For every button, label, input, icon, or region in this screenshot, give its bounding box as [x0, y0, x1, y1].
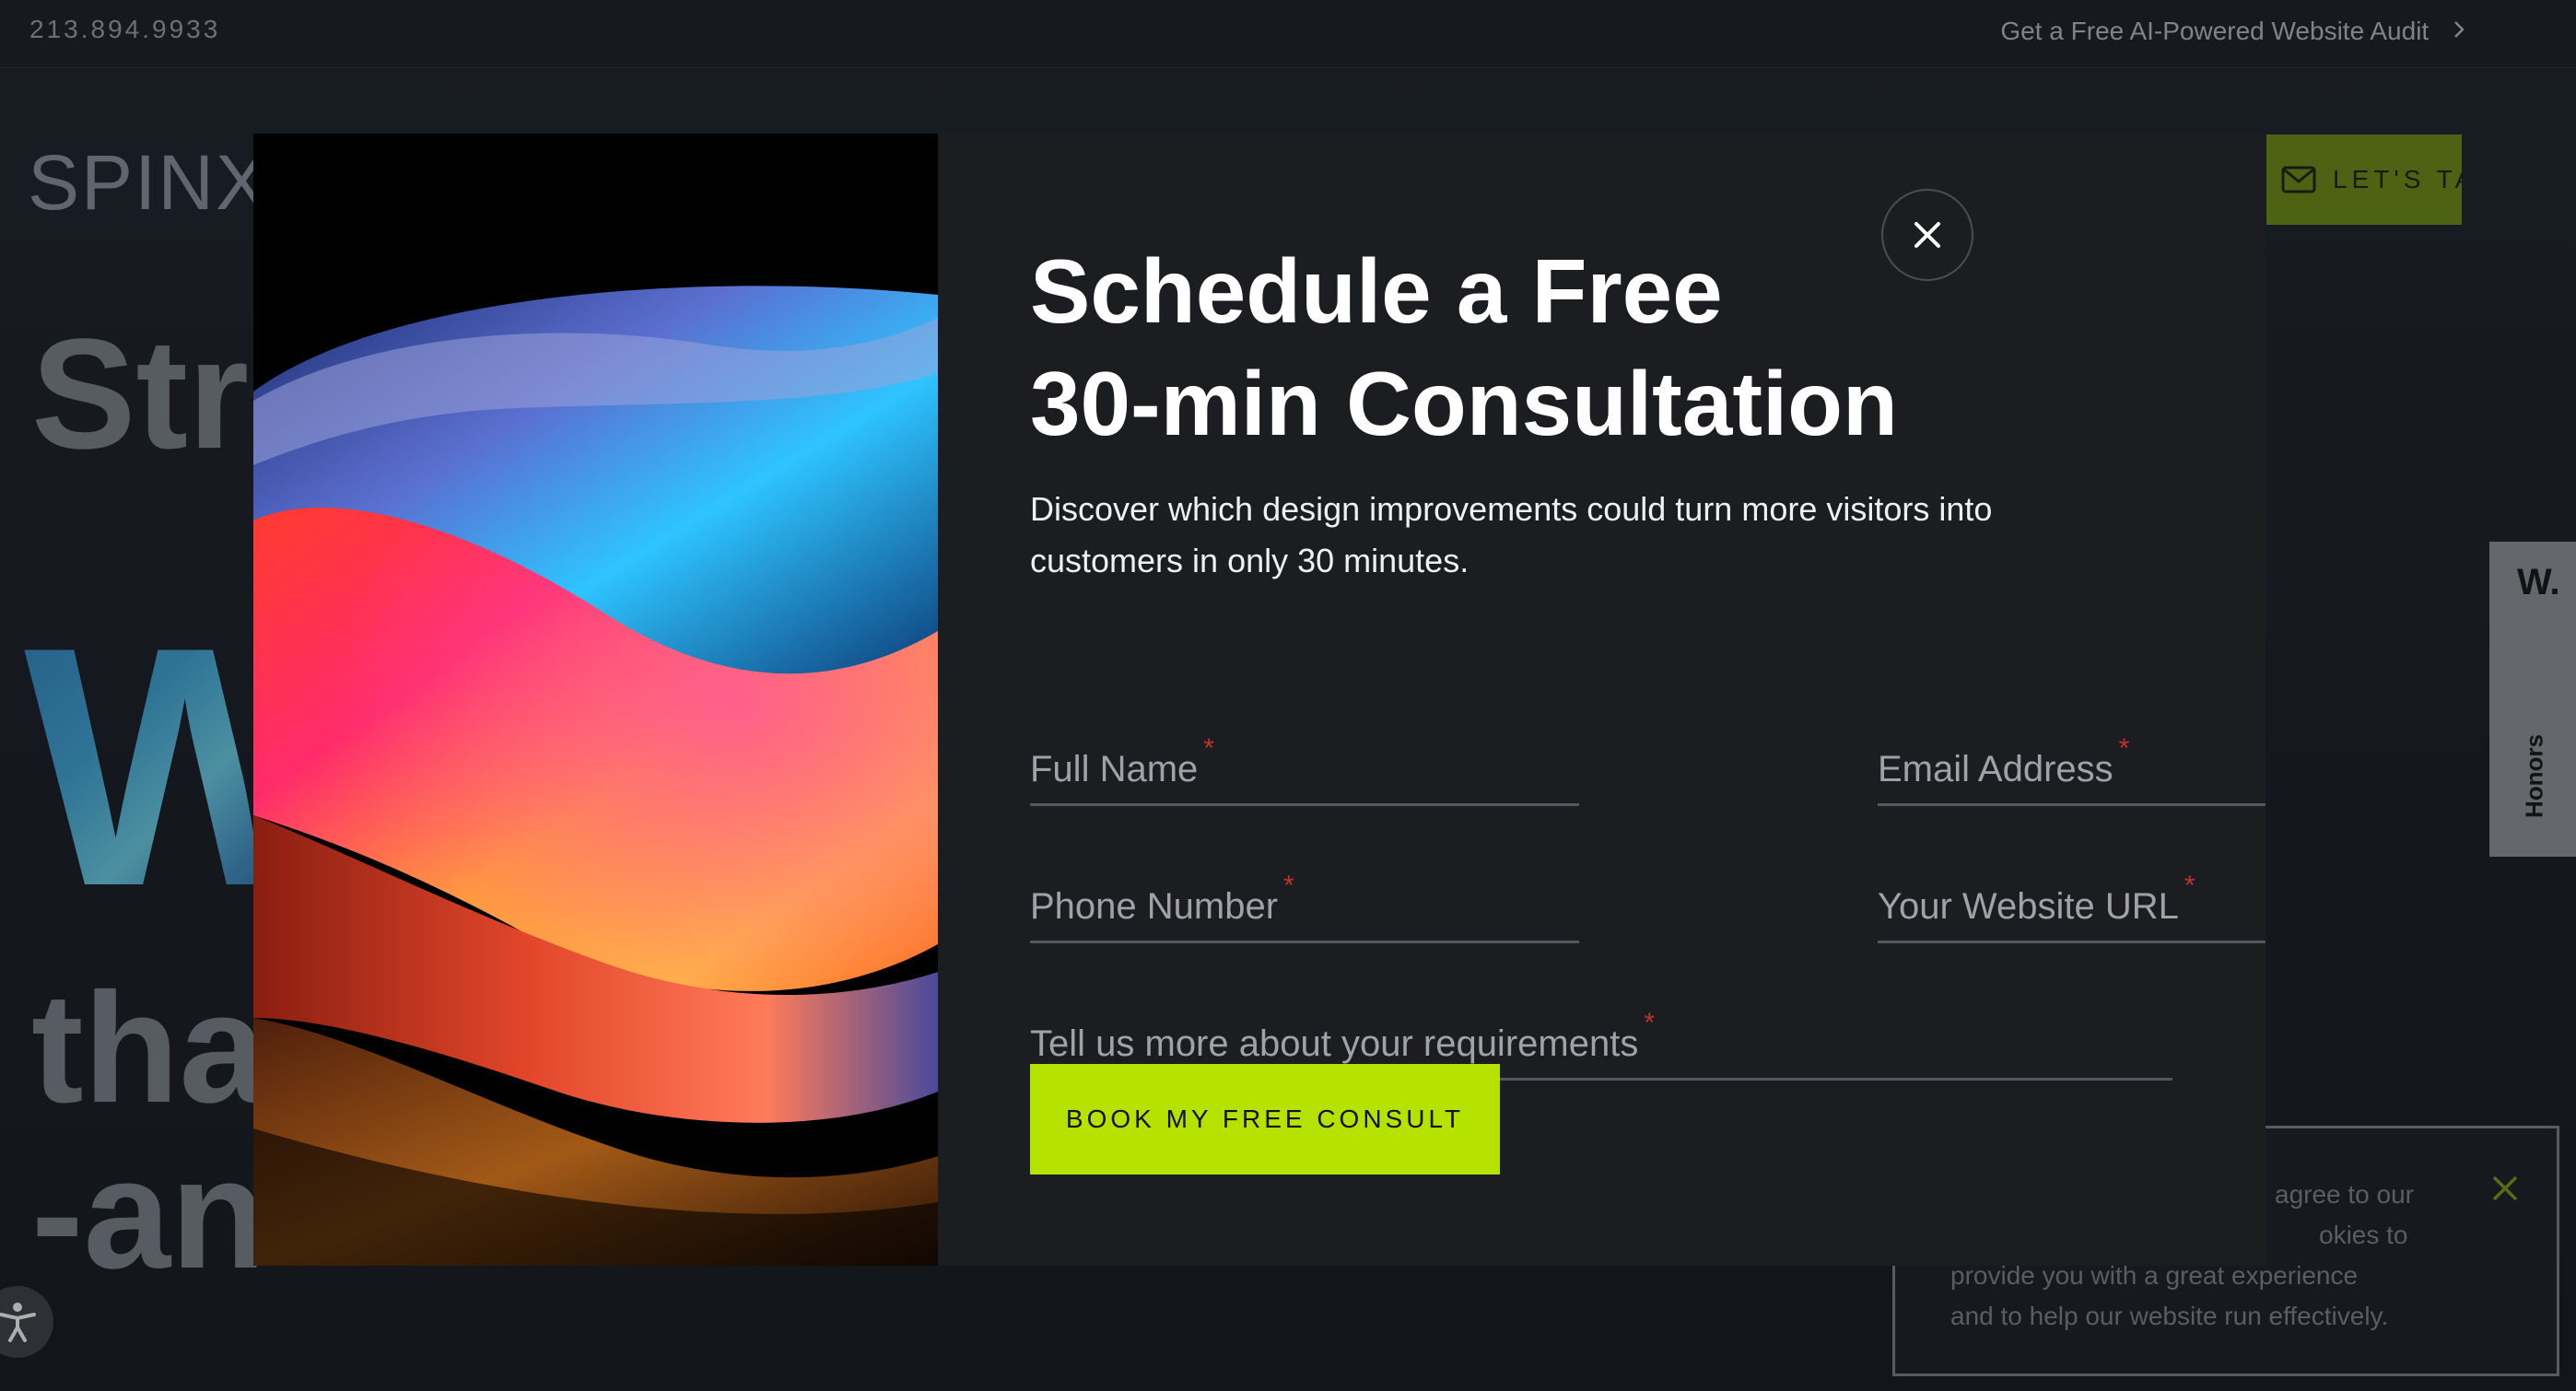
required-marker: * [2118, 733, 2130, 764]
requirements-placeholder: Tell us more about your requirements* [1030, 1008, 1655, 1064]
required-marker: * [2184, 871, 2195, 901]
modal-title: Schedule a Free 30-min Consultation [1030, 240, 1898, 454]
required-marker: * [1644, 1008, 1655, 1038]
modal-description: Discover which design improvements could… [1030, 490, 1993, 579]
email-placeholder: Email Address* [1878, 733, 2130, 789]
abstract-art-image [253, 134, 938, 1266]
book-consult-button[interactable]: BOOK MY FREE CONSULT [1030, 1064, 1500, 1175]
page: 213.894.9933 Get a Free AI-Powered Websi… [0, 0, 2576, 1391]
modal-content: Schedule a Free 30-min Consultation Disc… [938, 134, 2266, 1266]
website-url-field[interactable]: Your Website URL* [1878, 860, 2266, 943]
consultation-modal: Schedule a Free 30-min Consultation Disc… [253, 134, 2266, 1266]
phone-placeholder: Phone Number* [1030, 871, 1294, 927]
required-marker: * [1283, 871, 1294, 901]
full-name-field[interactable]: Full Name* [1030, 723, 1579, 806]
required-marker: * [1203, 733, 1214, 764]
full-name-placeholder: Full Name* [1030, 733, 1214, 789]
website-url-placeholder: Your Website URL* [1878, 871, 2195, 927]
phone-field[interactable]: Phone Number* [1030, 860, 1579, 943]
email-field[interactable]: Email Address* [1878, 723, 2266, 806]
